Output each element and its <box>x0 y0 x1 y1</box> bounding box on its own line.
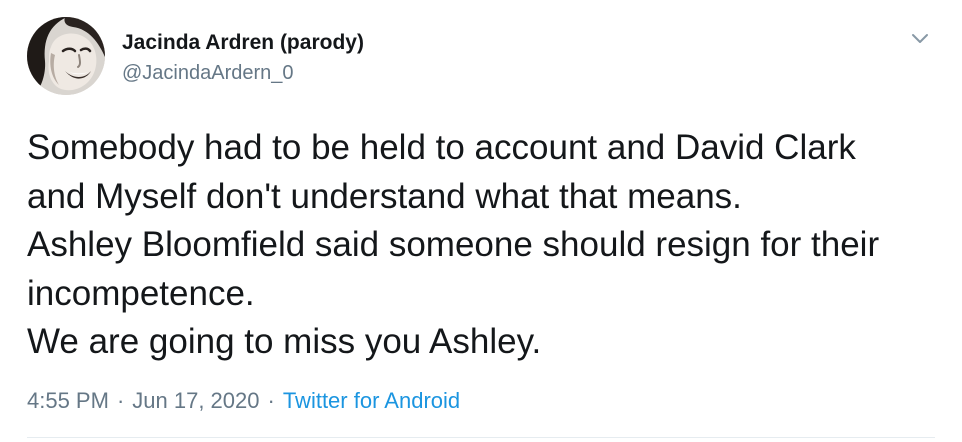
more-options-button[interactable] <box>909 27 931 49</box>
tweet-text-line: and Myself don't understand what that me… <box>27 176 742 216</box>
tweet-text: Somebody had to be held to account and D… <box>27 124 942 367</box>
tweet-card: Jacinda Ardren (parody) @JacindaArdern_0… <box>0 0 962 442</box>
chevron-down-icon <box>912 34 928 43</box>
avatar[interactable] <box>27 17 105 95</box>
tweet-text-line: We are going to miss you Ashley. <box>27 322 542 361</box>
tweet-text-line: incompetence. <box>27 273 255 313</box>
tweet-meta: 4:55 PM · Jun 17, 2020 · Twitter for Android <box>27 386 460 416</box>
tweet-source-link[interactable]: Twitter for Android <box>283 388 460 413</box>
meta-separator: · <box>267 388 275 413</box>
tweet-date[interactable]: Jun 17, 2020 <box>132 388 259 413</box>
tweet-text-line: Somebody had to be held to account and D… <box>27 128 856 167</box>
meta-separator: · <box>116 388 125 413</box>
divider <box>27 437 935 438</box>
tweet-time[interactable]: 4:55 PM <box>27 388 109 413</box>
author-name[interactable]: Jacinda Ardren (parody) <box>122 30 364 56</box>
author-handle[interactable]: @JacindaArdern_0 <box>122 60 294 86</box>
tweet-text-line: Ashley Bloomfield said someone should re… <box>27 225 880 264</box>
avatar-portrait-image <box>27 17 105 95</box>
